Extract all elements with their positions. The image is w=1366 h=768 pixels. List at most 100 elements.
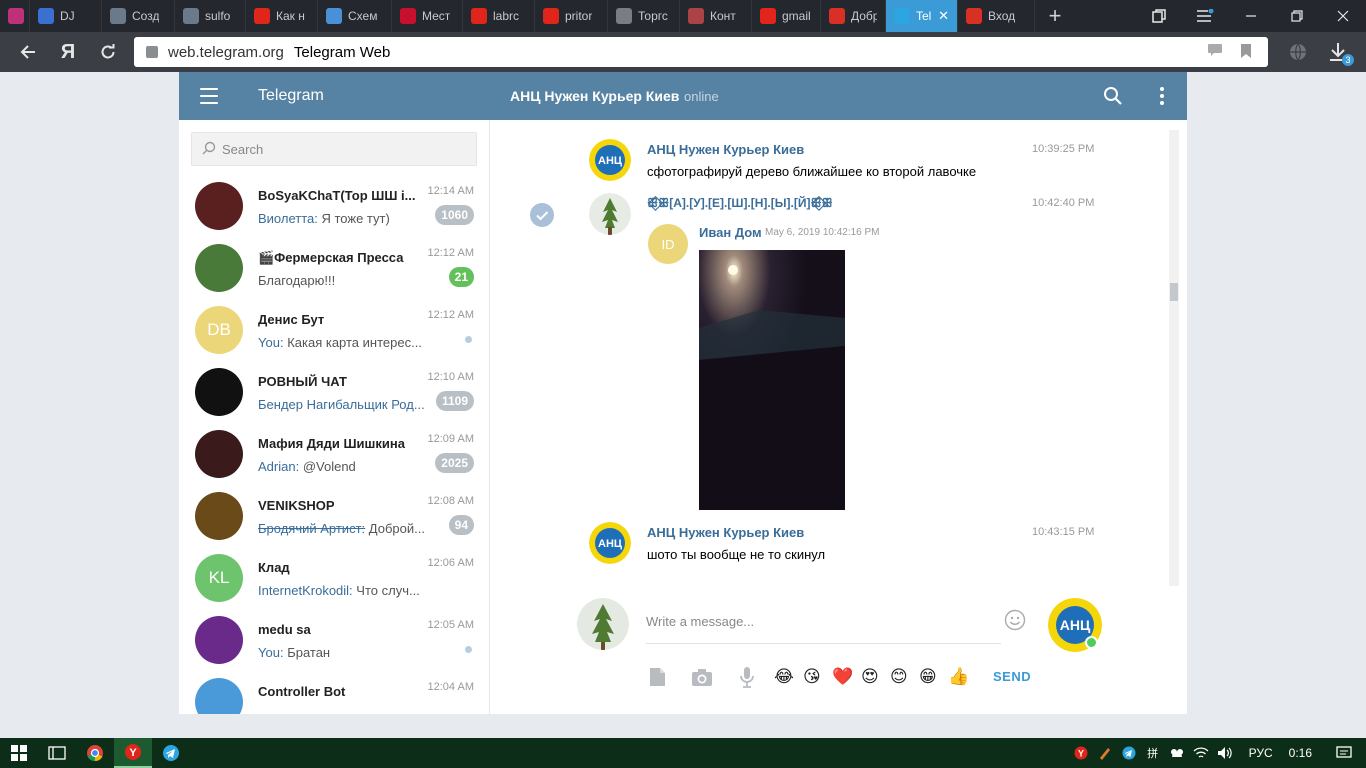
dialog-item[interactable]: РОВНЫЙ ЧАТ 12:10 AM Бендер Нагибальщик Род… bbox=[179, 364, 489, 426]
telegram-taskbar-icon[interactable] bbox=[152, 738, 190, 768]
wifi-icon[interactable] bbox=[1193, 745, 1209, 761]
browser-tab[interactable]: Tel ✕ bbox=[886, 0, 958, 32]
quick-emoji[interactable]: 😍 bbox=[861, 667, 879, 687]
sender-avatar[interactable] bbox=[589, 193, 631, 235]
message-author[interactable]: АНЦ Нужен Курьер Киев bbox=[647, 525, 804, 540]
restore-button[interactable] bbox=[1274, 0, 1320, 32]
message-author[interactable]: АНЦ Нужен Курьер Киев bbox=[647, 142, 804, 157]
close-tab-icon[interactable]: ✕ bbox=[938, 8, 949, 24]
dialog-item[interactable]: DB Денис Бут 12:12 AM You: Какая карта инте… bbox=[179, 302, 489, 364]
yandex-browser-taskbar-icon[interactable]: Y bbox=[114, 738, 152, 768]
sender-avatar[interactable]: АНЦ bbox=[589, 139, 631, 181]
scrollbar-thumb[interactable] bbox=[1170, 283, 1178, 301]
hamburger-menu-icon[interactable] bbox=[200, 88, 218, 104]
microphone-icon[interactable] bbox=[736, 666, 758, 688]
dialog-name: Мафия Дяди Шишкина bbox=[258, 436, 405, 451]
message-photo[interactable] bbox=[699, 250, 845, 510]
browser-tab[interactable]: sulfo bbox=[175, 0, 246, 32]
close-window-button[interactable] bbox=[1320, 0, 1366, 32]
task-view-icon[interactable] bbox=[38, 738, 76, 768]
chat-title[interactable]: АНЦ Нужен Курьер Киев bbox=[510, 88, 679, 104]
browser-tab[interactable]: Как н bbox=[246, 0, 318, 32]
sender-avatar[interactable]: АНЦ bbox=[589, 522, 631, 564]
clock[interactable]: 0:16 bbox=[1289, 746, 1312, 760]
dialog-avatar[interactable] bbox=[195, 368, 243, 416]
input-method-tray-icon[interactable]: 拼 bbox=[1145, 745, 1161, 761]
dialog-item[interactable]: BoSyaKChaT(Тор ШШ i... 12:14 AM Виолетта: … bbox=[179, 178, 489, 240]
windows-start-icon[interactable] bbox=[0, 738, 38, 768]
notifications-icon[interactable] bbox=[1336, 745, 1352, 761]
forwarded-avatar[interactable]: ID bbox=[648, 224, 688, 264]
emoji-smile-icon[interactable] bbox=[1004, 609, 1026, 631]
menu-icon[interactable] bbox=[1182, 0, 1228, 32]
browser-tab[interactable]: DJ bbox=[30, 0, 102, 32]
browser-tab[interactable]: Созд bbox=[102, 0, 175, 32]
back-button[interactable] bbox=[8, 32, 48, 72]
message-scrollbar[interactable] bbox=[1169, 130, 1179, 586]
collections-icon[interactable] bbox=[1136, 0, 1182, 32]
message-input[interactable] bbox=[646, 604, 1001, 644]
forwarded-from[interactable]: Иван Дом bbox=[699, 225, 762, 240]
dialog-avatar[interactable] bbox=[195, 616, 243, 664]
browser-tab[interactable]: Конт bbox=[680, 0, 752, 32]
dialog-item[interactable]: KL Клад 12:06 AM InternetKrokodil: Что случ… bbox=[179, 550, 489, 612]
attach-file-icon[interactable] bbox=[646, 666, 668, 688]
browser-tab[interactable]: pritor bbox=[535, 0, 608, 32]
unread-badge: 1109 bbox=[435, 391, 474, 411]
dialog-avatar[interactable] bbox=[195, 244, 243, 292]
message-selected-check-icon[interactable] bbox=[530, 203, 554, 227]
volume-icon[interactable] bbox=[1217, 745, 1233, 761]
telegram-brand: Telegram bbox=[258, 87, 324, 104]
dialog-search-input[interactable] bbox=[222, 141, 452, 157]
dialog-item[interactable]: Controller Bot 12:04 AM bbox=[179, 674, 489, 714]
telegram-tray-icon[interactable] bbox=[1121, 745, 1137, 761]
message-author[interactable]: ꕥ⃟ꕥ[А].[У].[Е].[Ш].[Н].[Ы].[Й]ꕥ⃟ꕥ bbox=[647, 196, 833, 211]
quick-emoji[interactable]: 😘 bbox=[803, 667, 821, 687]
dialog-avatar[interactable]: KL bbox=[195, 554, 243, 602]
dialog-avatar[interactable] bbox=[195, 492, 243, 540]
my-avatar[interactable] bbox=[577, 598, 629, 650]
minimize-button[interactable] bbox=[1228, 0, 1274, 32]
dialog-search[interactable] bbox=[191, 132, 477, 166]
reader-icon[interactable] bbox=[1208, 44, 1222, 61]
language-indicator[interactable]: РУС bbox=[1249, 746, 1273, 760]
quick-emoji[interactable]: 😊 bbox=[890, 667, 908, 687]
bookmark-icon[interactable] bbox=[1240, 44, 1252, 61]
network-tray-icon[interactable] bbox=[1169, 745, 1185, 761]
dialog-item[interactable]: VENIKSHOP 12:08 AM Бродячий Артист: Доброй… bbox=[179, 488, 489, 550]
browser-tab[interactable]: gmail bbox=[752, 0, 821, 32]
dialog-item[interactable]: 🎬Фермерская Пресса 12:12 AM Благодарю!!! 21 bbox=[179, 240, 489, 302]
dialog-item[interactable]: Мафия Дяди Шишкина 12:09 AM Adrian: @Volen… bbox=[179, 426, 489, 488]
browser-tab[interactable]: Вход bbox=[958, 0, 1035, 32]
browser-tab[interactable]: Мест bbox=[392, 0, 463, 32]
url-field[interactable]: web.telegram.org Telegram Web bbox=[134, 37, 1268, 67]
camera-icon[interactable] bbox=[691, 666, 713, 688]
globe-icon[interactable] bbox=[1278, 32, 1318, 72]
dialog-preview-text: Что случ... bbox=[356, 583, 420, 598]
browser-tab[interactable]: Добр bbox=[821, 0, 886, 32]
dialog-avatar[interactable] bbox=[195, 430, 243, 478]
quick-emoji[interactable]: 😂 bbox=[774, 667, 794, 687]
dialog-avatar[interactable] bbox=[195, 182, 243, 230]
quick-emoji[interactable]: ❤️ bbox=[832, 667, 853, 687]
downloads-button[interactable]: 3 bbox=[1318, 32, 1358, 72]
dialog-preview: You: Какая карта интерес... bbox=[258, 335, 428, 350]
yandex-tray-icon[interactable]: Y bbox=[1073, 745, 1089, 761]
new-tab-button[interactable]: + bbox=[1035, 0, 1075, 32]
paint-tray-icon[interactable] bbox=[1097, 745, 1113, 761]
dialog-avatar[interactable] bbox=[195, 678, 243, 714]
more-options-icon[interactable] bbox=[1159, 87, 1165, 105]
dialog-item[interactable]: medu sa 12:05 AM You: Братан bbox=[179, 612, 489, 674]
search-icon[interactable] bbox=[1103, 86, 1123, 106]
dialog-avatar[interactable]: DB bbox=[195, 306, 243, 354]
quick-emoji[interactable]: 👍 bbox=[948, 667, 969, 687]
browser-tab[interactable]: Схем bbox=[318, 0, 392, 32]
reload-button[interactable] bbox=[88, 32, 128, 72]
quick-emoji[interactable]: 😁 bbox=[919, 667, 937, 687]
send-button[interactable]: SEND bbox=[993, 669, 1031, 684]
browser-tab[interactable]: labrc bbox=[463, 0, 535, 32]
browser-tab[interactable] bbox=[0, 0, 30, 32]
yandex-home-icon[interactable]: Я bbox=[48, 32, 88, 72]
browser-tab[interactable]: Торгс bbox=[608, 0, 680, 32]
chrome-taskbar-icon[interactable] bbox=[76, 738, 114, 768]
